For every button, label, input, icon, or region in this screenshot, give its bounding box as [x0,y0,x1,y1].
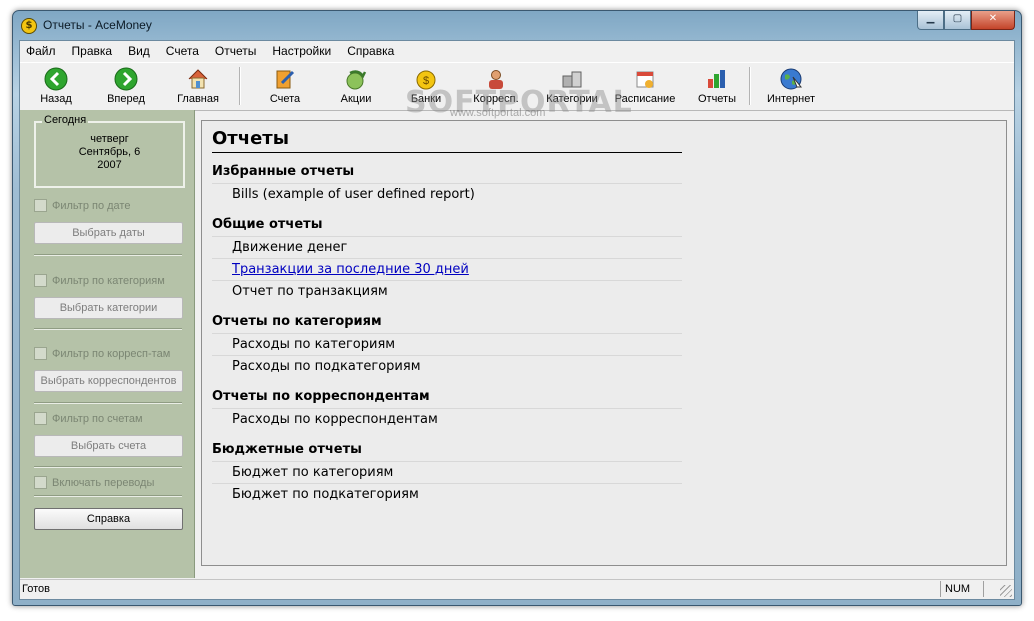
app-window: $ Отчеты - AceMoney ▁ ▢ ✕ Файл Правка Ви… [12,10,1022,606]
internet-button[interactable]: Интернет [762,65,820,105]
client-area: Файл Правка Вид Счета Отчеты Настройки С… [19,40,1015,600]
menu-view[interactable]: Вид [119,44,157,58]
select-accounts-button[interactable]: Выбрать счета [34,435,183,457]
filter-sidebar: Сегодня четверг Сентябрь, 6 2007 Фильтр … [20,110,195,578]
category-filter-checkbox[interactable]: Фильтр по категориям [34,274,165,287]
section-general-reports: Общие отчеты [212,217,323,232]
bar-chart-icon [708,70,725,88]
payee-filter-checkbox[interactable]: Фильтр по корресп-там [34,347,170,360]
accounts-label: Счета [269,93,301,105]
home-label: Главная [177,93,219,105]
forward-arrow-icon [114,67,138,91]
select-payees-button[interactable]: Выбрать корреспондентов [34,370,183,392]
today-year: 2007 [97,159,122,171]
select-categories-button[interactable]: Выбрать категории [34,297,183,319]
today-weekday: четверг [90,133,129,145]
title-bar[interactable]: $ Отчеты - AceMoney ▁ ▢ ✕ [13,11,1021,39]
report-cash-flow[interactable]: Движение денег [232,240,347,255]
today-date: Сентябрь, 6 [78,146,141,158]
status-bar: Готов NUM [20,579,1014,599]
menu-settings[interactable]: Настройки [263,44,338,58]
home-button[interactable]: Главная [170,65,226,105]
report-budget-by-category[interactable]: Бюджет по категориям [232,465,393,480]
reports-panel: Отчеты Избранные отчеты Bills (example o… [201,120,1007,566]
menu-bar: Файл Правка Вид Счета Отчеты Настройки С… [20,41,1014,61]
section-payee-reports: Отчеты по корреспондентам [212,389,430,404]
section-budget-reports: Бюджетные отчеты [212,442,362,457]
watermark-url: www.softportal.com [450,107,546,119]
account-filter-checkbox[interactable]: Фильтр по счетам [34,412,143,425]
toolbar: Назад Вперед Главная Счета Акции $ Банки… [20,62,1014,120]
stocks-arrow-icon [346,70,367,90]
select-dates-button[interactable]: Выбрать даты [34,222,183,244]
menu-edit[interactable]: Правка [63,44,120,58]
today-label: Сегодня [42,114,89,126]
menu-reports[interactable]: Отчеты [206,44,263,58]
reports-label: Отчеты [697,93,737,105]
calendar-icon [636,71,654,88]
page-title: Отчеты [212,128,290,149]
report-budget-by-subcategory[interactable]: Бюджет по подкатегориям [232,487,419,502]
date-filter-checkbox[interactable]: Фильтр по дате [34,199,130,212]
reports-button[interactable]: Отчеты [694,65,740,105]
menu-help[interactable]: Справка [338,44,401,58]
num-lock-indicator: NUM [940,581,984,597]
include-transfers-checkbox[interactable]: Включать переводы [34,476,154,489]
report-bills[interactable]: Bills (example of user defined report) [232,187,475,202]
window-title: Отчеты - AceMoney [43,18,152,32]
report-expenses-by-category[interactable]: Расходы по категориям [232,337,395,352]
menu-file[interactable]: Файл [20,44,63,58]
resize-grip-icon[interactable] [1000,585,1012,597]
help-button[interactable]: Справка [34,508,183,530]
report-last-30-days[interactable]: Транзакции за последние 30 дней [232,262,469,277]
report-transactions[interactable]: Отчет по транзакциям [232,284,388,299]
minimize-button[interactable]: ▁ [917,11,944,30]
back-button[interactable]: Назад [32,65,80,105]
maximize-button[interactable]: ▢ [944,11,971,30]
report-expenses-by-payee[interactable]: Расходы по корреспондентам [232,412,438,427]
forward-button[interactable]: Вперед [102,65,150,105]
forward-label: Вперед [107,93,145,105]
section-category-reports: Отчеты по категориям [212,314,382,329]
internet-label: Интернет [767,93,815,105]
report-expenses-by-subcategory[interactable]: Расходы по подкатегориям [232,359,421,374]
accounts-button[interactable]: Счета [260,65,310,105]
close-button[interactable]: ✕ [971,11,1015,30]
ledger-pen-icon [276,70,295,89]
status-text: Готов [22,583,50,595]
stocks-button[interactable]: Акции [330,65,382,105]
menu-accounts[interactable]: Счета [157,44,206,58]
back-arrow-icon [44,67,68,91]
back-label: Назад [40,93,72,105]
section-favorite-reports: Избранные отчеты [212,164,355,179]
globe-icon [780,68,803,90]
house-icon [188,69,208,89]
acemoney-app-icon[interactable]: $ [21,18,37,34]
today-group: Сегодня четверг Сентябрь, 6 2007 [34,114,185,188]
stocks-label: Акции [340,93,372,105]
